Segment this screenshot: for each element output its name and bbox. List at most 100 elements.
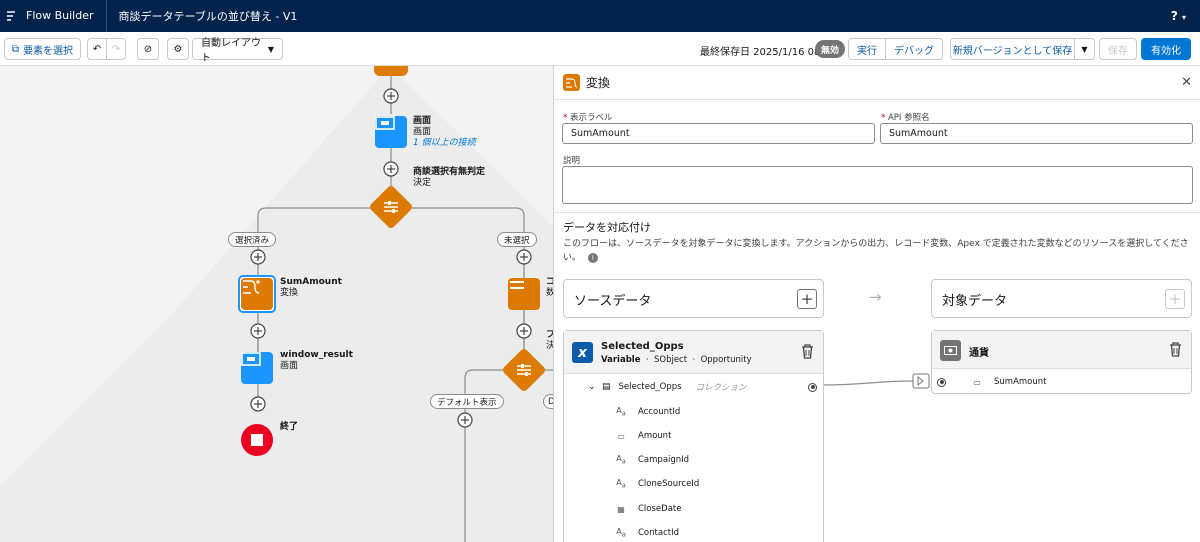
label-input[interactable]: SumAmount [562, 123, 875, 144]
save-menu-button[interactable]: ▼ [1074, 38, 1095, 60]
close-icon[interactable]: ✕ [1181, 75, 1192, 90]
field-row[interactable]: Aa ContactId [564, 521, 679, 542]
source-meta-type: Variable [601, 355, 641, 365]
debug-button[interactable]: デバッグ [885, 38, 943, 60]
decision-node-name: 商談選択有無判定 [413, 167, 486, 177]
undo-icon: ↶ [92, 43, 102, 55]
decision-icon [517, 364, 531, 376]
section-description: このフローは、ソースデータを対象データに変換します。アクションからの出力、レコー… [563, 237, 1195, 265]
collection-name: Selected_Opps [618, 382, 682, 392]
transform-node[interactable] [241, 278, 273, 310]
screen-node[interactable] [375, 116, 407, 148]
gear-icon: ⚙ [173, 43, 183, 55]
layout-select[interactable]: 自動レイアウト ▼ [192, 38, 283, 64]
app-header: Flow Builder 商談データテーブルの並び替え - V1 ? ▾ [0, 0, 1200, 32]
end-node[interactable] [241, 424, 273, 456]
add-element-icon[interactable] [516, 323, 532, 339]
api-field-label-text: API 参照名 [887, 113, 930, 123]
connection-handle[interactable] [937, 377, 946, 387]
save-new-version-button[interactable]: 新規バージョンとして保存 [950, 38, 1075, 60]
collection-row[interactable]: ⌄ ▤ Selected_Opps コレクション [564, 375, 823, 399]
field-row[interactable]: ▭ Amount [564, 424, 671, 448]
text-icon: Aa [616, 406, 626, 418]
add-element-icon[interactable] [250, 249, 266, 265]
info-icon[interactable]: i [587, 253, 598, 263]
screen-icon [375, 116, 395, 130]
properties-panel: 変換 ✕ * 表示ラベル SumAmount * API 参照名 SumAmou… [553, 66, 1200, 542]
decision-node-type: 決 [546, 341, 553, 351]
description-textarea[interactable] [562, 166, 1193, 204]
screen-node[interactable] [241, 352, 273, 384]
plus-icon: + [800, 290, 814, 308]
connection-handle[interactable] [808, 382, 817, 392]
end-node-name: 終了 [280, 422, 299, 432]
decision-node-type: 決定 [413, 178, 432, 188]
decision-icon [384, 201, 398, 213]
screen-node-connections-link[interactable]: 1 個以上の接続 [413, 138, 476, 148]
redo-button[interactable]: ↷ [106, 38, 126, 60]
source-card: x Selected_Opps Variable · SObject · Opp… [563, 330, 824, 542]
add-element-icon[interactable] [250, 396, 266, 412]
transform-icon [563, 74, 580, 91]
add-source-button[interactable]: + [797, 289, 817, 309]
api-name-input[interactable]: SumAmount [880, 123, 1193, 144]
flow-title: 商談データテーブルの並び替え - V1 [118, 10, 298, 23]
panel-title: 変換 [586, 76, 611, 90]
field-name: AccountId [638, 407, 681, 417]
source-data-header: ソースデータ + [563, 279, 824, 318]
branch-label-default: デフォルト表示 [430, 394, 504, 409]
assignment-node-partial[interactable] [374, 66, 408, 76]
transform-icon [243, 280, 260, 294]
delete-icon[interactable] [801, 344, 814, 362]
select-elements-label: 要素を選択 [23, 45, 74, 57]
mapping-connector [824, 373, 930, 389]
section-title: データを対応付け [563, 221, 651, 234]
save-button[interactable]: 保存 [1099, 38, 1137, 60]
plus-icon: + [1168, 290, 1182, 308]
add-element-icon[interactable] [516, 249, 532, 265]
section-description-text: このフローは、ソースデータを対象データに変換します。アクションからの出力、レコー… [563, 239, 1189, 263]
target-field-row[interactable]: ▭ SumAmount [932, 370, 1191, 394]
select-icon: ⧉ [11, 43, 20, 55]
text-icon: Aa [616, 527, 626, 539]
chevron-down-icon[interactable]: ⌄ [588, 382, 596, 392]
description-label: 説明 [563, 156, 581, 166]
target-field-name: SumAmount [994, 377, 1047, 387]
help-button[interactable]: ? ▾ [1171, 9, 1186, 23]
divider [554, 212, 1200, 213]
field-row[interactable]: ▦ CloseDate [564, 497, 681, 521]
add-element-icon[interactable] [457, 412, 473, 428]
activate-button[interactable]: 有効化 [1141, 38, 1191, 60]
add-element-icon[interactable] [250, 323, 266, 339]
branch-label-selected: 選択済み [228, 232, 277, 247]
flow-builder-logo-icon [4, 9, 18, 23]
field-row[interactable]: Aa CloneSourceId [564, 472, 699, 496]
label-field-label: * 表示ラベル [563, 113, 613, 123]
settings-button[interactable]: ⚙ [167, 38, 189, 60]
assignment-node[interactable] [508, 278, 540, 310]
source-name: Selected_Opps [601, 341, 684, 352]
select-elements-button[interactable]: ⧉ 要素を選択 [4, 38, 81, 60]
app-name: Flow Builder [26, 0, 107, 32]
text-icon: Aa [616, 478, 626, 490]
field-row[interactable]: Aa CampaignId [564, 448, 689, 472]
assignment-icon [510, 281, 524, 289]
transform-function-icon[interactable] [912, 373, 930, 389]
assignment-node-name: コ [546, 277, 553, 287]
add-element-icon[interactable] [383, 161, 399, 177]
flow-canvas[interactable]: 画面 画面 1 個以上の接続 商談選択有無判定 決定 選択済み 未選択 SumA… [0, 66, 553, 542]
field-row[interactable]: Aa AccountId [564, 400, 680, 424]
stop-icon [251, 434, 263, 446]
chevron-down-icon: ▼ [1081, 44, 1088, 54]
errors-button[interactable]: ⊘ [137, 38, 159, 60]
add-element-icon[interactable] [383, 88, 399, 104]
screen-node-name: 画面 [413, 116, 432, 126]
field-name: CloseDate [638, 504, 682, 514]
target-data-header: 対象データ + [931, 279, 1192, 318]
add-target-button[interactable]: + [1165, 289, 1185, 309]
undo-button[interactable]: ↶ [87, 38, 107, 60]
delete-icon[interactable] [1169, 342, 1182, 360]
assignment-node-label: コ 数 [546, 277, 553, 299]
field-name: CloneSourceId [638, 479, 700, 489]
run-button[interactable]: 実行 [848, 38, 886, 60]
